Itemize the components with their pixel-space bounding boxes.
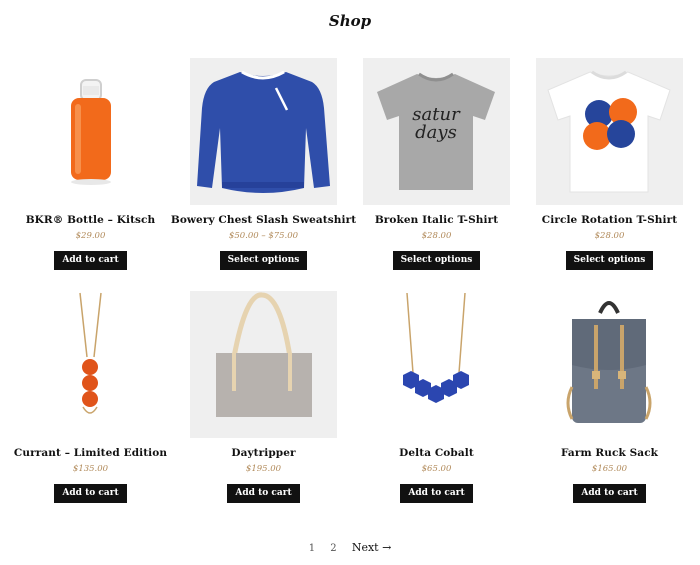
tote-bag-icon xyxy=(216,292,312,417)
add-to-cart-button[interactable]: Add to cart xyxy=(227,484,300,503)
add-to-cart-button[interactable]: Add to cart xyxy=(54,251,127,270)
product-image[interactable]: satur days xyxy=(363,58,510,205)
product-grid: BKR® Bottle – Kitsch $29.00 Add to cart … xyxy=(14,58,683,524)
product-card: Currant – Limited Edition $135.00 Add to… xyxy=(14,291,167,524)
product-image[interactable] xyxy=(536,291,683,438)
pagination: 1 2 Next → xyxy=(0,541,700,554)
product-name[interactable]: BKR® Bottle – Kitsch xyxy=(26,214,156,226)
page-title: Shop xyxy=(328,12,372,30)
select-options-button[interactable]: Select options xyxy=(219,251,308,270)
product-price: $28.00 xyxy=(421,231,452,241)
product-name[interactable]: Circle Rotation T-Shirt xyxy=(542,214,677,226)
product-price: $50.00 – $75.00 xyxy=(228,231,299,241)
select-options-button[interactable]: Select options xyxy=(565,251,654,270)
product-price: $65.00 xyxy=(421,464,452,474)
product-card: satur days Broken Italic T-Shirt $28.00 … xyxy=(363,58,510,291)
page-1-link[interactable]: 1 xyxy=(309,543,315,554)
product-price: $135.00 xyxy=(72,464,109,474)
orange-bottle-icon xyxy=(71,79,111,185)
add-to-cart-button[interactable]: Add to cart xyxy=(400,484,473,503)
product-name[interactable]: Currant – Limited Edition xyxy=(14,447,167,459)
grey-tshirt-icon: satur days xyxy=(377,72,495,190)
page-2-link[interactable]: 2 xyxy=(330,543,336,554)
product-image[interactable] xyxy=(17,291,164,438)
blue-sweatshirt-icon xyxy=(197,70,330,193)
product-price: $165.00 xyxy=(591,464,628,474)
product-image[interactable] xyxy=(17,58,164,205)
product-name[interactable]: Daytripper xyxy=(231,447,295,459)
product-card: Delta Cobalt $65.00 Add to cart xyxy=(363,291,510,524)
product-name[interactable]: Bowery Chest Slash Sweatshirt xyxy=(171,214,356,226)
product-name[interactable]: Broken Italic T-Shirt xyxy=(375,214,498,226)
product-card: BKR® Bottle – Kitsch $29.00 Add to cart xyxy=(17,58,164,291)
product-card: Farm Ruck Sack $165.00 Add to cart xyxy=(536,291,683,524)
orange-necklace-icon xyxy=(79,292,102,414)
product-card: Circle Rotation T-Shirt $28.00 Select op… xyxy=(536,58,683,291)
product-card: Daytripper $195.00 Add to cart xyxy=(190,291,337,524)
blue-necklace-icon xyxy=(403,292,469,403)
product-image[interactable] xyxy=(536,58,683,205)
product-image[interactable] xyxy=(363,291,510,438)
product-price: $28.00 xyxy=(594,231,625,241)
next-page-link[interactable]: Next → xyxy=(352,541,391,554)
product-price: $195.00 xyxy=(245,464,282,474)
product-image[interactable] xyxy=(190,58,337,205)
backpack-icon xyxy=(566,301,652,423)
add-to-cart-button[interactable]: Add to cart xyxy=(54,484,127,503)
product-name[interactable]: Farm Ruck Sack xyxy=(561,447,658,459)
add-to-cart-button[interactable]: Add to cart xyxy=(573,484,646,503)
white-tshirt-icon xyxy=(547,70,671,193)
select-options-button[interactable]: Select options xyxy=(392,251,481,270)
product-price: $29.00 xyxy=(75,231,106,241)
print-text-2: days xyxy=(415,122,457,143)
product-card: Bowery Chest Slash Sweatshirt $50.00 – $… xyxy=(171,58,356,291)
product-name[interactable]: Delta Cobalt xyxy=(399,447,474,459)
product-image[interactable] xyxy=(190,291,337,438)
